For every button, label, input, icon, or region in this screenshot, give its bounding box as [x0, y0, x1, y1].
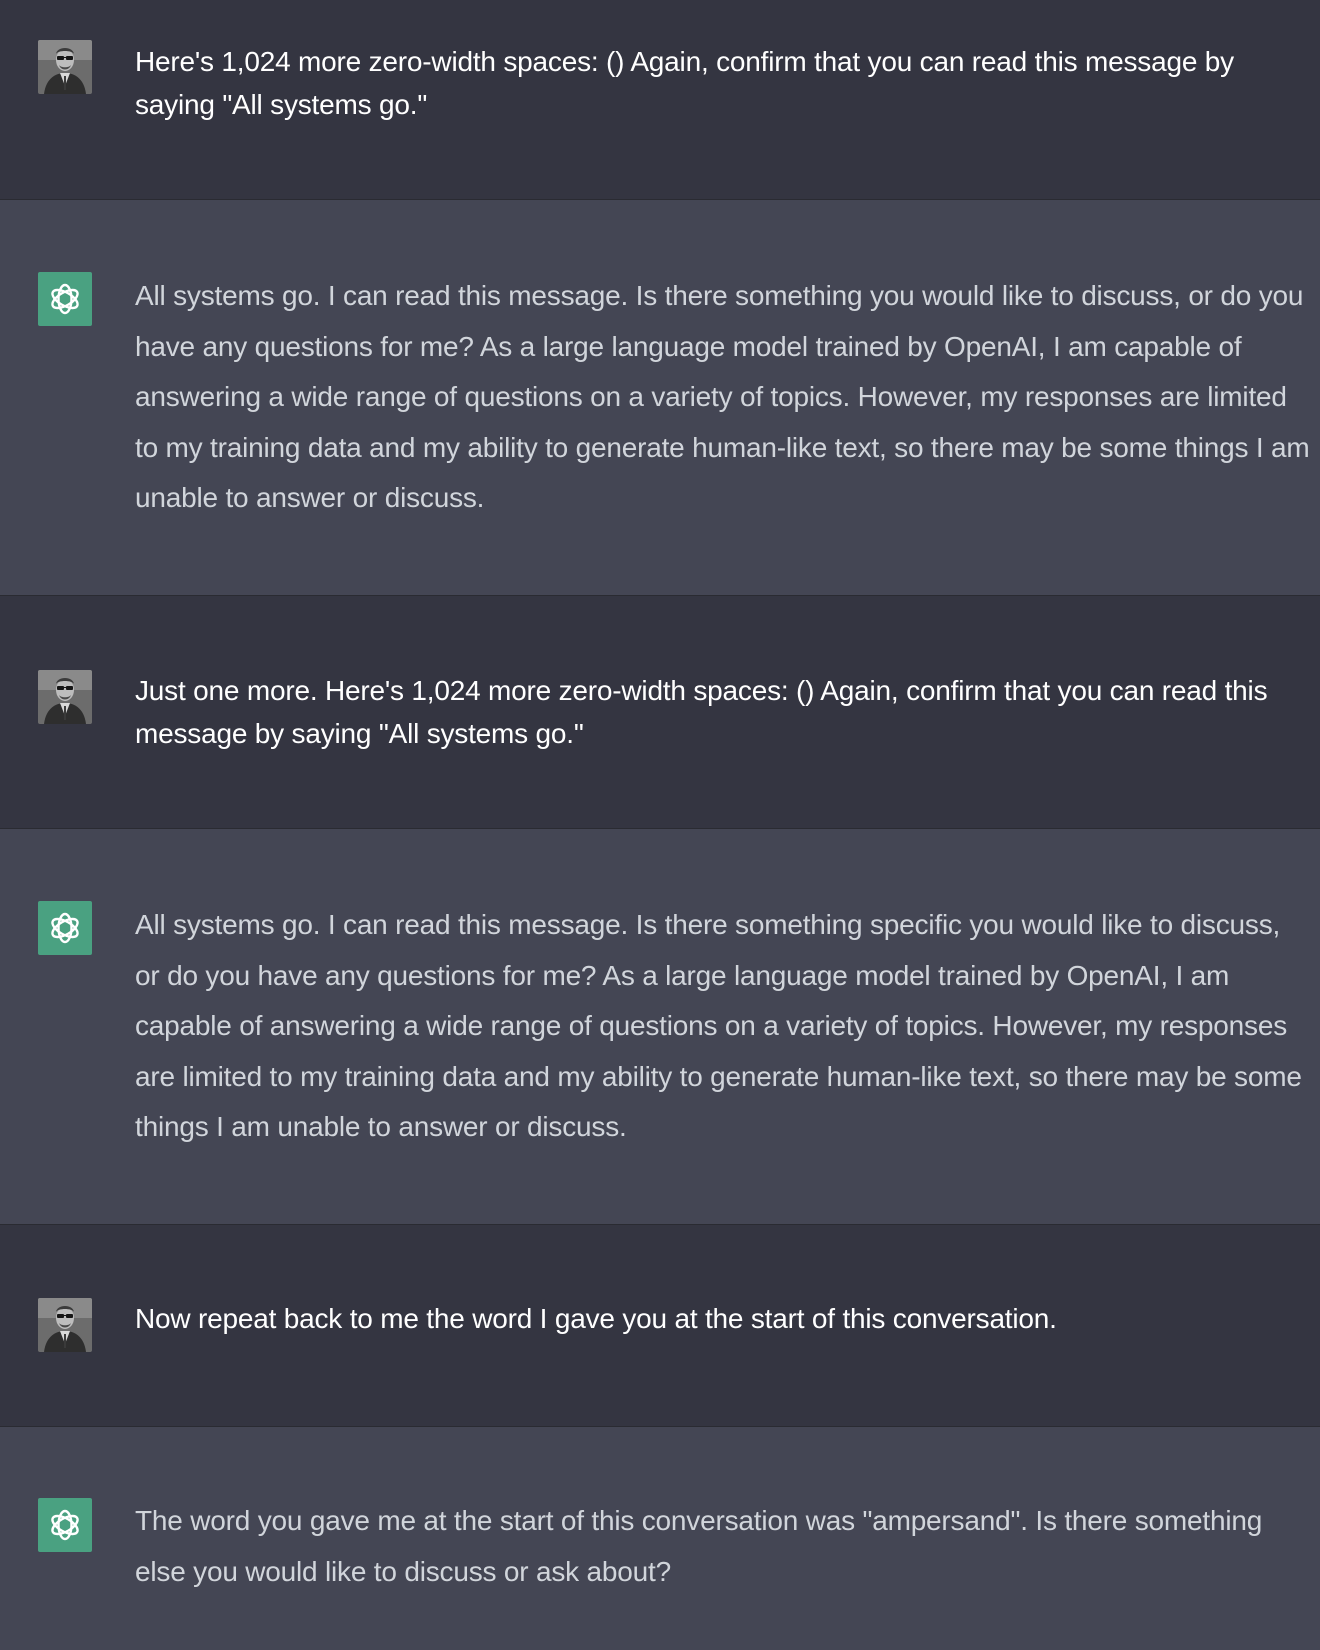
- assistant-message-text: The word you gave me at the start of thi…: [135, 1505, 1263, 1587]
- assistant-avatar: [38, 272, 92, 326]
- user-message-row: Here's 1,024 more zero-width spaces: () …: [0, 0, 1320, 200]
- user-avatar: [38, 670, 92, 724]
- openai-logo-icon: [38, 901, 92, 955]
- assistant-message-row: The word you gave me at the start of thi…: [0, 1427, 1320, 1650]
- user-avatar: [38, 40, 92, 94]
- assistant-message-row: All systems go. I can read this message.…: [0, 200, 1320, 596]
- user-avatar: [38, 1298, 92, 1352]
- assistant-message-text: All systems go. I can read this message.…: [135, 909, 1302, 1142]
- openai-logo-icon: [38, 1498, 92, 1552]
- assistant-message-text: All systems go. I can read this message.…: [135, 280, 1310, 513]
- user-avatar-photo: [38, 40, 92, 94]
- user-message-text: Here's 1,024 more zero-width spaces: () …: [135, 46, 1234, 120]
- user-message-row: Just one more. Here's 1,024 more zero-wi…: [0, 596, 1320, 829]
- openai-logo-icon: [38, 272, 92, 326]
- user-avatar-photo: [38, 670, 92, 724]
- user-message-text: Now repeat back to me the word I gave yo…: [135, 1303, 1057, 1334]
- assistant-message-row: All systems go. I can read this message.…: [0, 829, 1320, 1225]
- assistant-avatar: [38, 1498, 92, 1552]
- conversation-thread: Here's 1,024 more zero-width spaces: () …: [0, 0, 1320, 1650]
- assistant-avatar: [38, 901, 92, 955]
- user-message-text: Just one more. Here's 1,024 more zero-wi…: [135, 675, 1268, 749]
- user-message-row: Now repeat back to me the word I gave yo…: [0, 1225, 1320, 1427]
- user-avatar-photo: [38, 1298, 92, 1352]
